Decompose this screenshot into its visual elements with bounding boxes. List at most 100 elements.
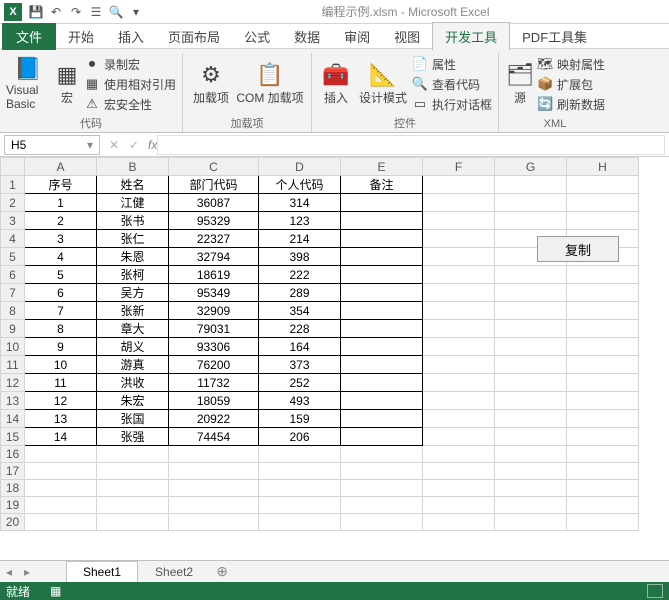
cell[interactable] [423, 320, 495, 338]
cell[interactable]: 张新 [97, 302, 169, 320]
cell[interactable]: 姓名 [97, 176, 169, 194]
cell[interactable] [25, 514, 97, 531]
row-header[interactable]: 9 [1, 320, 25, 338]
cell[interactable]: 个人代码 [259, 176, 341, 194]
col-F[interactable]: F [423, 158, 495, 176]
formula-input[interactable] [157, 135, 665, 155]
cell[interactable]: 备注 [341, 176, 423, 194]
sheet-tab-1[interactable]: Sheet1 [66, 561, 138, 582]
relative-ref-button[interactable]: ▦使用相对引用 [84, 75, 176, 93]
cell[interactable] [423, 248, 495, 266]
cell[interactable]: 部门代码 [169, 176, 259, 194]
cell[interactable] [423, 497, 495, 514]
cell[interactable]: 32909 [169, 302, 259, 320]
cell[interactable] [341, 392, 423, 410]
macro-button[interactable]: ▦宏 [52, 53, 82, 113]
design-mode-button[interactable]: 📐设计模式 [356, 53, 410, 113]
cell[interactable] [423, 410, 495, 428]
cell[interactable] [341, 212, 423, 230]
cell[interactable] [25, 497, 97, 514]
cell[interactable] [495, 302, 567, 320]
cell[interactable] [495, 497, 567, 514]
cell[interactable] [341, 302, 423, 320]
cell[interactable] [423, 392, 495, 410]
tab-developer[interactable]: 开发工具 [432, 22, 510, 50]
cell[interactable]: 22327 [169, 230, 259, 248]
cell[interactable] [341, 463, 423, 480]
cell[interactable] [169, 497, 259, 514]
cell[interactable] [341, 480, 423, 497]
cell[interactable] [25, 446, 97, 463]
cell[interactable] [341, 248, 423, 266]
tab-pdf[interactable]: PDF工具集 [510, 23, 599, 50]
cell[interactable] [567, 338, 639, 356]
cell[interactable]: 32794 [169, 248, 259, 266]
visual-basic-button[interactable]: 📘Visual Basic [6, 53, 50, 113]
row-header[interactable]: 11 [1, 356, 25, 374]
cell[interactable] [341, 356, 423, 374]
row-header[interactable]: 17 [1, 463, 25, 480]
cell[interactable] [341, 320, 423, 338]
row-header[interactable]: 2 [1, 194, 25, 212]
row-header[interactable]: 19 [1, 497, 25, 514]
cell[interactable]: 164 [259, 338, 341, 356]
cell[interactable] [259, 514, 341, 531]
cell[interactable] [169, 480, 259, 497]
cell[interactable]: 493 [259, 392, 341, 410]
cell[interactable]: 36087 [169, 194, 259, 212]
cell[interactable]: 354 [259, 302, 341, 320]
cell[interactable] [169, 446, 259, 463]
tab-review[interactable]: 审阅 [332, 23, 382, 50]
cell[interactable] [423, 338, 495, 356]
cell[interactable]: 游真 [97, 356, 169, 374]
cell[interactable] [423, 374, 495, 392]
cell[interactable] [341, 446, 423, 463]
cell[interactable] [423, 230, 495, 248]
cell[interactable] [341, 230, 423, 248]
row-header[interactable]: 7 [1, 284, 25, 302]
cell[interactable]: 张强 [97, 428, 169, 446]
cell[interactable] [495, 514, 567, 531]
cell[interactable] [423, 514, 495, 531]
cell[interactable] [169, 514, 259, 531]
cell[interactable]: 76200 [169, 356, 259, 374]
save-icon[interactable]: 💾 [26, 2, 46, 22]
cell[interactable] [495, 284, 567, 302]
cell[interactable]: 95329 [169, 212, 259, 230]
row-header[interactable]: 13 [1, 392, 25, 410]
cell[interactable]: 张书 [97, 212, 169, 230]
cell[interactable]: 11732 [169, 374, 259, 392]
cell[interactable] [567, 356, 639, 374]
qat-dropdown-icon[interactable]: ▾ [126, 2, 146, 22]
cell[interactable]: 1 [25, 194, 97, 212]
cell[interactable]: 胡义 [97, 338, 169, 356]
cell[interactable] [97, 480, 169, 497]
cell[interactable] [567, 446, 639, 463]
cell[interactable]: 206 [259, 428, 341, 446]
cell[interactable] [567, 194, 639, 212]
expansion-button[interactable]: 📦扩展包 [537, 75, 605, 93]
cell[interactable] [567, 176, 639, 194]
cell[interactable]: 张柯 [97, 266, 169, 284]
tab-view[interactable]: 视图 [382, 23, 432, 50]
cell[interactable]: 6 [25, 284, 97, 302]
cell[interactable] [567, 302, 639, 320]
cell[interactable] [567, 428, 639, 446]
cell[interactable] [97, 514, 169, 531]
view-normal-icon[interactable] [647, 584, 663, 598]
cell[interactable]: 13 [25, 410, 97, 428]
row-header[interactable]: 10 [1, 338, 25, 356]
row-header[interactable]: 1 [1, 176, 25, 194]
cell[interactable] [259, 463, 341, 480]
cell[interactable]: 18059 [169, 392, 259, 410]
cell[interactable]: 2 [25, 212, 97, 230]
row-header[interactable]: 15 [1, 428, 25, 446]
view-code-button[interactable]: 🔍查看代码 [412, 75, 492, 93]
qat-more-icon[interactable]: ☰ [86, 2, 106, 22]
cell[interactable]: 4 [25, 248, 97, 266]
cell[interactable] [423, 194, 495, 212]
cell[interactable] [259, 480, 341, 497]
row-header[interactable]: 4 [1, 230, 25, 248]
record-macro-button[interactable]: ⏺录制宏 [84, 55, 176, 73]
map-props-button[interactable]: 🗺映射属性 [537, 55, 605, 73]
